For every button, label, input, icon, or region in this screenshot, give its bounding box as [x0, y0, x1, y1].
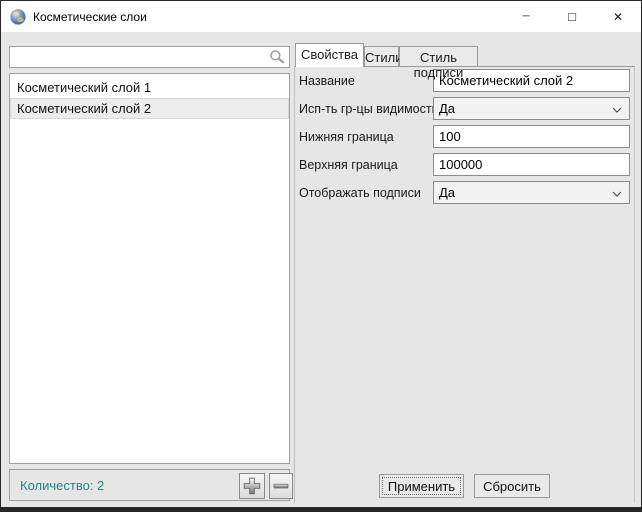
list-item-layer-1[interactable]: Косметический слой 1 [10, 77, 289, 98]
use-visibility-bounds-select[interactable]: Да [433, 97, 630, 120]
tab-styles[interactable]: Стили [364, 46, 399, 66]
window-title: Косметические слои [33, 10, 147, 24]
chevron-down-icon [612, 107, 622, 113]
reset-button-label: Сбросить [483, 479, 541, 494]
count-label: Количество: 2 [20, 478, 104, 493]
dialog-content: Косметический слой 1 Косметический слой … [1, 33, 641, 507]
minimize-icon[interactable]: ─ [503, 1, 549, 32]
reset-button[interactable]: Сбросить [474, 474, 550, 498]
window: Косметические слои ─ □ ✕ Косметический с… [0, 0, 642, 512]
count-panel: Количество: 2 [9, 469, 290, 501]
titlebar: Косметические слои ─ □ ✕ [1, 1, 641, 32]
upper-bound-input[interactable] [433, 153, 630, 176]
maximize-icon[interactable]: □ [549, 1, 595, 32]
apply-button[interactable]: Применить [379, 474, 464, 498]
lower-bound-input[interactable] [433, 125, 630, 148]
show-labels-select[interactable]: Да [433, 181, 630, 204]
layer-list: Косметический слой 1 Косметический слой … [9, 73, 290, 464]
apply-button-label: Применить [388, 479, 455, 494]
plus-icon [243, 477, 261, 495]
list-item-layer-2[interactable]: Косметический слой 2 [10, 98, 289, 119]
tab-properties[interactable]: Свойства [295, 43, 364, 67]
field-label-use-visibility-bounds: Исп-ть гр-цы видимости [299, 102, 439, 116]
close-icon[interactable]: ✕ [595, 1, 641, 32]
tab-label-style[interactable]: Стиль подписи [399, 46, 478, 66]
field-label-lower-bound: Нижняя граница [299, 130, 394, 144]
field-label-upper-bound: Верхняя граница [299, 158, 398, 172]
show-labels-value: Да [439, 185, 455, 200]
field-label-name: Название [299, 74, 355, 88]
search-input[interactable] [9, 46, 290, 68]
minus-icon [272, 477, 290, 495]
remove-layer-button[interactable] [269, 473, 293, 499]
use-visibility-bounds-value: Да [439, 101, 455, 116]
search-icon [269, 49, 285, 65]
add-layer-button[interactable] [239, 473, 265, 499]
chevron-down-icon [612, 191, 622, 197]
globe-icon [10, 9, 26, 25]
field-label-show-labels: Отображать подписи [299, 186, 421, 200]
caption-buttons: ─ □ ✕ [503, 1, 641, 32]
